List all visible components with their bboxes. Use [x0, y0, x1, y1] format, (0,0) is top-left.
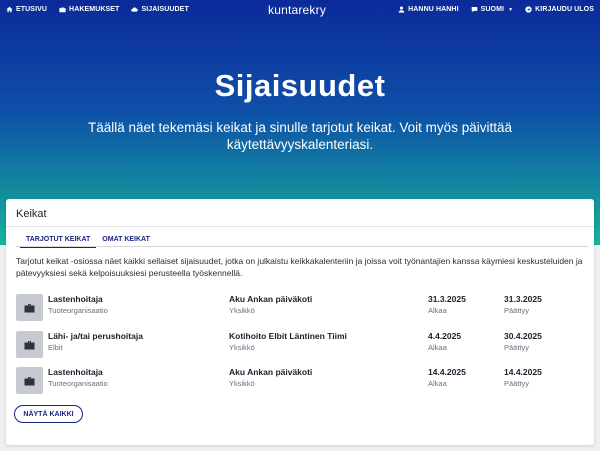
gig-title-cell: Lastenhoitaja Tuoteorganisaatio	[48, 294, 108, 316]
gig-start-cell: 14.4.2025 Alkaa	[428, 367, 466, 389]
brand-logo[interactable]: kuntarekry	[268, 3, 326, 17]
gig-title-cell: Lähi- ja/tai perushoitaja Elbit	[48, 331, 143, 353]
gig-row[interactable]: Lähi- ja/tai perushoitaja Elbit Kotihoit…	[16, 331, 588, 361]
briefcase-icon	[24, 340, 35, 349]
gig-start-cell: 31.3.2025 Alkaa	[428, 294, 466, 316]
gig-start-label: Alkaa	[428, 306, 447, 315]
gig-end-label: Päättyy	[504, 306, 530, 315]
home-icon	[6, 6, 13, 13]
gigs-card: Keikat TARJOTUT KEIKAT OMAT KEIKAT Tarjo…	[6, 199, 594, 445]
user-icon	[398, 6, 405, 13]
gig-organization: Elbit	[48, 343, 63, 352]
gig-unit: Aku Ankan päiväkoti	[229, 294, 313, 304]
gig-end-label: Päättyy	[504, 379, 530, 388]
gig-organization: Tuoteorganisaatio	[48, 379, 108, 388]
gig-title-cell: Lastenhoitaja Tuoteorganisaatio	[48, 367, 108, 389]
card-title: Keikat	[16, 208, 47, 220]
gig-unit-cell: Aku Ankan päiväkoti Yksikkö	[229, 367, 312, 389]
chat-icon	[471, 7, 477, 13]
gig-title: Lähi- ja/tai perushoitaja	[48, 331, 143, 341]
job-icon-box	[16, 367, 43, 394]
gig-end-cell: 14.4.2025 Päättyy	[504, 367, 542, 389]
briefcase-icon	[59, 7, 66, 13]
briefcase-icon	[24, 376, 35, 385]
job-icon-box	[16, 294, 43, 321]
gig-unit: Kotihoito Elbit Läntinen Tiimi	[229, 331, 347, 341]
gig-end-cell: 30.4.2025 Päättyy	[504, 331, 542, 353]
gig-start-label: Alkaa	[428, 343, 447, 352]
divider	[6, 226, 594, 227]
user-name: HANNU HANHI	[408, 6, 459, 13]
gig-start-label: Alkaa	[428, 379, 447, 388]
gig-end-label: Päättyy	[504, 343, 530, 352]
gig-start-date: 31.3.2025	[428, 294, 466, 304]
nav-item-label: ETUSIVU	[16, 6, 48, 13]
nav-item-label: SIJAISUUDET	[141, 6, 189, 13]
job-icon-box	[16, 331, 43, 358]
gig-end-date: 31.3.2025	[504, 294, 542, 304]
gig-end-date: 14.4.2025	[504, 367, 542, 377]
page-title: Sijaisuudet	[214, 68, 386, 103]
gig-end-cell: 31.3.2025 Päättyy	[504, 294, 542, 316]
nav-item-hakemukset[interactable]: HAKEMUKSET	[59, 6, 119, 13]
gig-start-date: 4.4.2025	[428, 331, 462, 341]
gig-unit-cell: Aku Ankan päiväkoti Yksikkö	[229, 294, 312, 316]
gig-unit: Aku Ankan päiväkoti	[229, 367, 313, 377]
language-label: SUOMI	[480, 6, 505, 13]
nav-left: ETUSIVU HAKEMUKSET SIJAISUUDET	[6, 6, 189, 13]
language-select[interactable]: SUOMI ▼	[471, 6, 514, 13]
logout-button[interactable]: KIRJAUDU ULOS	[525, 6, 594, 13]
user-menu[interactable]: HANNU HANHI	[398, 6, 459, 13]
logout-label: KIRJAUDU ULOS	[535, 6, 594, 13]
tab-description: Tarjotut keikat -osiossa näet kaikki sel…	[16, 256, 583, 278]
gig-row[interactable]: Lastenhoitaja Tuoteorganisaatio Aku Anka…	[16, 294, 588, 324]
gig-start-date: 14.4.2025	[428, 367, 466, 377]
tabs-divider	[16, 246, 588, 247]
gig-row[interactable]: Lastenhoitaja Tuoteorganisaatio Aku Anka…	[16, 367, 588, 397]
briefcase-icon	[24, 303, 35, 312]
gig-title: Lastenhoitaja	[48, 294, 103, 304]
top-navigation: ETUSIVU HAKEMUKSET SIJAISUUDET kuntarekr…	[0, 0, 600, 19]
gig-start-cell: 4.4.2025 Alkaa	[428, 331, 461, 353]
page-subtitle: Täällä näet tekemäsi keikat ja sinulle t…	[88, 120, 512, 152]
gig-end-date: 30.4.2025	[504, 331, 542, 341]
nav-item-label: HAKEMUKSET	[69, 6, 120, 13]
nav-item-etusivu[interactable]: ETUSIVU	[6, 6, 47, 13]
show-all-button[interactable]: NÄYTÄ KAIKKI	[14, 405, 83, 423]
nav-item-sijaisuudet[interactable]: SIJAISUUDET	[131, 6, 189, 13]
gig-unit-label: Yksikkö	[229, 306, 255, 315]
gig-unit-label: Yksikkö	[229, 343, 255, 352]
gig-organization: Tuoteorganisaatio	[48, 306, 108, 315]
gig-unit-label: Yksikkö	[229, 379, 255, 388]
logout-icon	[525, 6, 532, 13]
gig-unit-cell: Kotihoito Elbit Läntinen Tiimi Yksikkö	[229, 331, 347, 353]
chevron-down-icon: ▼	[508, 6, 514, 13]
gig-title: Lastenhoitaja	[48, 367, 103, 377]
nav-right: HANNU HANHI SUOMI ▼ KIRJAUDU ULOS	[398, 6, 594, 13]
cloud-icon	[131, 7, 139, 12]
